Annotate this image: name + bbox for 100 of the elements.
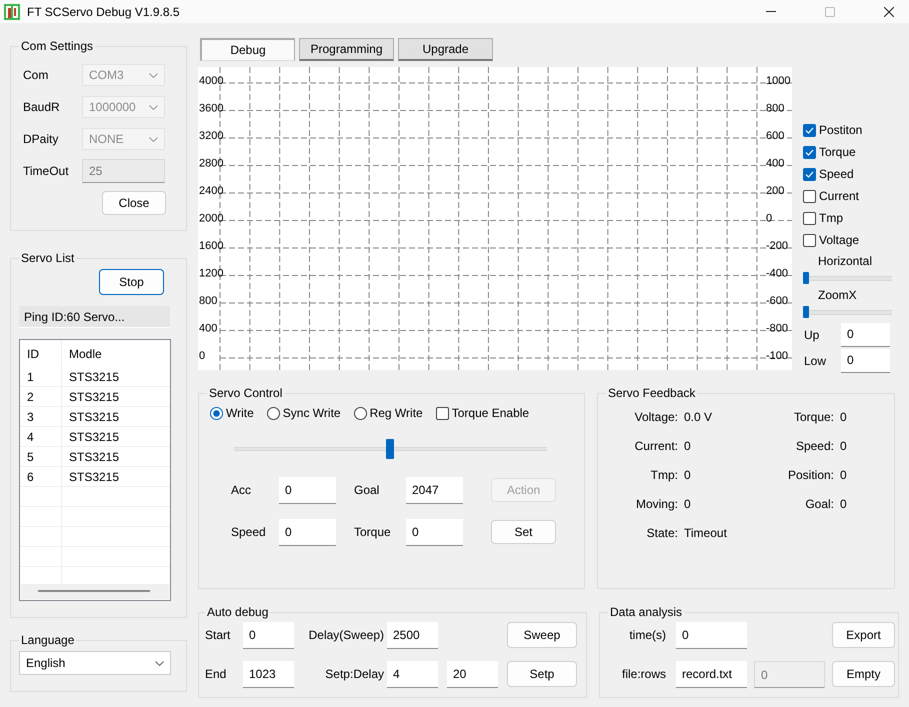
field-label: Setp:Delay (324, 667, 385, 681)
field-label: Torque (354, 525, 392, 539)
radio-button[interactable] (210, 406, 223, 420)
action-button[interactable]: Export (832, 622, 895, 648)
field-label: End (205, 667, 228, 681)
group-title: Data analysis (609, 605, 684, 619)
input-field[interactable]: 2047 (406, 476, 463, 504)
axis-label: 2400 (199, 185, 224, 197)
axis-label: 0 (766, 212, 772, 224)
input-field[interactable]: 0 (841, 323, 890, 347)
feedback-value: 0 (840, 497, 848, 511)
minimize-icon[interactable] (766, 10, 776, 12)
radio-button[interactable] (266, 406, 280, 420)
input-field[interactable]: 0 (279, 518, 336, 546)
input-field[interactable]: 4 (387, 660, 438, 688)
feedback-label: Speed: (794, 439, 834, 453)
chevron-icon (149, 72, 158, 78)
input-field[interactable]: 0 (841, 349, 890, 373)
close-button[interactable]: Close (102, 191, 166, 215)
axis-label: 800 (199, 295, 218, 307)
action-button[interactable]: Setp (507, 661, 577, 687)
field-label: Low (803, 354, 828, 368)
feedback-value: 0 (684, 468, 692, 482)
axis-label: 800 (766, 102, 784, 114)
checkmark-icon (805, 148, 814, 156)
group-title: Servo List (20, 251, 76, 265)
action-button[interactable]: Sweep (507, 622, 577, 648)
group-title: Language (20, 633, 76, 647)
feedback-value: 0 (840, 410, 848, 424)
field-label: file:rows (620, 667, 667, 681)
feedback-label: Position: (786, 468, 834, 482)
input-field[interactable]: 20 (447, 660, 498, 688)
feedback-value: Timeout (684, 526, 728, 540)
axis-label: 1000 (766, 75, 790, 87)
radio-label: Sync Write (282, 406, 341, 420)
feedback-value: 0 (684, 439, 692, 453)
checkbox-label: Torque Enable (452, 406, 530, 420)
slider-label: Horizontal (817, 254, 874, 270)
axis-label: 3600 (199, 102, 224, 114)
checkbox[interactable] (803, 190, 816, 202)
checkmark-icon (805, 126, 814, 134)
axis-label: -600 (766, 295, 788, 307)
checkbox[interactable] (803, 124, 816, 136)
field-label: Speed (231, 525, 267, 539)
table-cell: 4 (20, 426, 62, 446)
radio-button[interactable] (354, 406, 367, 420)
axis-label: 1200 (199, 268, 224, 280)
stop-button[interactable]: Stop (99, 269, 164, 295)
feedback-value: 0.0 V (684, 410, 714, 424)
feedback-label: Torque: (792, 410, 834, 424)
feedback-value: 0 (684, 497, 692, 511)
group-title: Com Settings (20, 39, 94, 53)
tab[interactable]: Upgrade (398, 38, 493, 61)
axis-label: 0 (199, 350, 206, 362)
table-cell: 6 (20, 466, 62, 486)
input-field[interactable]: 2500 (387, 622, 438, 648)
tab[interactable]: Debug (200, 38, 295, 61)
slider-thumb[interactable] (803, 306, 809, 318)
input-field[interactable]: 0 (406, 518, 463, 546)
close-icon[interactable] (884, 6, 894, 16)
group-title: Servo Control (208, 386, 284, 400)
input-field[interactable]: 1023 (243, 660, 294, 688)
chevron-icon (155, 660, 164, 666)
action-button[interactable]: Set (491, 520, 556, 544)
axis-label: -200 (766, 240, 788, 252)
axis-label: 3200 (199, 130, 224, 142)
scrollbar[interactable] (21, 584, 169, 599)
column-header[interactable]: Modle (62, 340, 170, 367)
input-field[interactable]: record.txt (676, 660, 747, 688)
checkbox[interactable] (803, 212, 816, 224)
feedback-value: 0 (840, 439, 848, 453)
radio-label: Write (226, 406, 254, 420)
checkbox[interactable] (803, 168, 816, 180)
checkbox[interactable] (803, 146, 816, 158)
checkbox[interactable] (803, 234, 816, 246)
tab[interactable]: Programming (299, 38, 394, 61)
slider-label: ZoomX (817, 288, 858, 304)
field-label: Delay(Sweep) (308, 628, 385, 642)
table-cell: STS3215 (62, 466, 170, 486)
checkbox-label: Current (819, 189, 860, 203)
table-cell: STS3215 (62, 406, 170, 426)
axis-label: 600 (766, 130, 784, 142)
action-button[interactable]: Empty (832, 661, 895, 687)
window-title: FT SCServo Debug V1.9.8.5 (27, 4, 180, 18)
radio-label: Reg Write (370, 406, 423, 420)
table-cell: STS3215 (62, 426, 170, 446)
column-header[interactable]: ID (20, 340, 62, 367)
axis-label: 400 (199, 322, 218, 334)
table-cell: 3 (20, 406, 62, 426)
input-field[interactable]: 0 (243, 622, 294, 648)
input-field[interactable]: 0 (279, 476, 336, 504)
input-field[interactable]: 0 (676, 622, 747, 648)
dropdown[interactable]: English (19, 651, 171, 675)
chevron-icon (149, 104, 158, 110)
feedback-label: Voltage: (634, 410, 678, 424)
checkbox[interactable] (436, 406, 449, 420)
slider-thumb[interactable] (386, 439, 394, 459)
axis-label: 2000 (199, 212, 224, 224)
feedback-value: 0 (840, 468, 848, 482)
slider-thumb[interactable] (803, 272, 809, 284)
